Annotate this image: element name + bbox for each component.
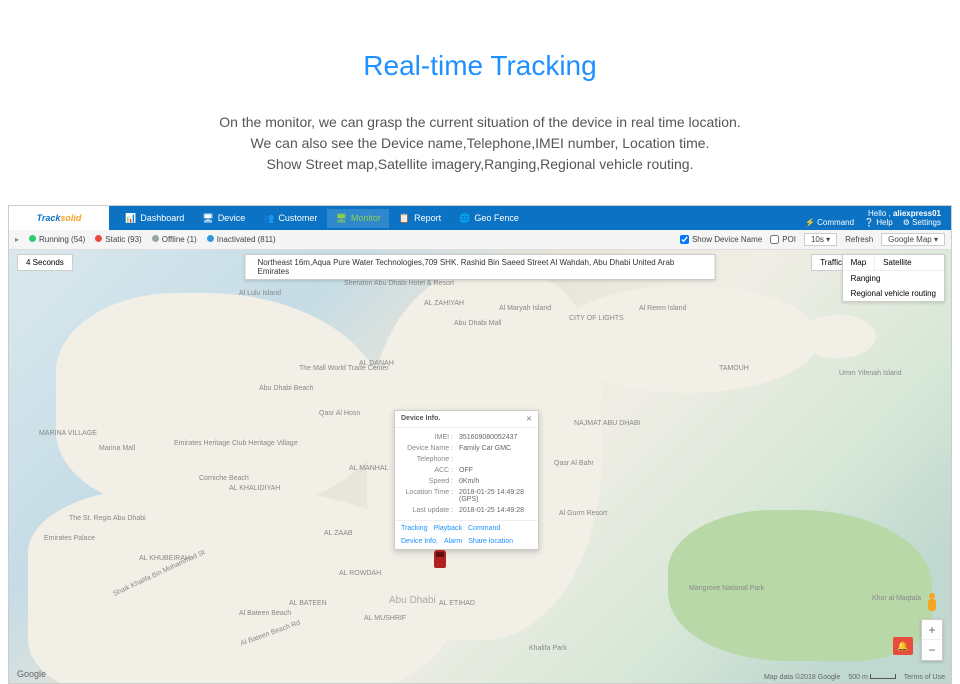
status-bar: ▸ Running (54) Static (93) Offline (1) I… — [9, 230, 951, 250]
map-scale: 500 m — [848, 674, 895, 681]
google-logo: Google — [17, 669, 46, 679]
user-greeting: Hello , — [868, 209, 891, 218]
user-name: aliexpress01 — [893, 209, 941, 218]
settings-link[interactable]: ⚙ Settings — [903, 218, 941, 227]
map-view-satellite[interactable]: Satellite — [875, 255, 919, 270]
speed-value: 0Km/h — [459, 478, 532, 485]
device-name-label: Device Name : — [401, 445, 459, 452]
command-link[interactable]: ⚡ Command — [805, 218, 854, 227]
last-update-value: 2018-01-25 14:49:28 — [459, 507, 532, 514]
nav-customer[interactable]: 👥 Customer — [255, 209, 325, 228]
share-location-link[interactable]: Share location — [468, 538, 513, 545]
map-label: Umm Yifenah Island — [839, 370, 902, 377]
device-info-link[interactable]: Device Info. — [401, 538, 438, 545]
terms-link[interactable]: Terms of Use — [904, 674, 945, 681]
show-device-name-checkbox[interactable]: Show Device Name — [680, 235, 762, 244]
help-link[interactable]: ❔ Help — [864, 218, 893, 227]
seconds-indicator: 4 Seconds — [17, 254, 73, 271]
map-ranging[interactable]: Ranging — [843, 271, 944, 286]
address-bar: Northeast 16m,Aqua Pure Water Technologi… — [245, 254, 716, 280]
top-nav-bar: Tracksolid 📊 Dashboard 🖥 Device 👥 Custom… — [9, 206, 951, 230]
map-canvas[interactable]: Al Lulu Island MARINA VILLAGE Marina Mal… — [9, 250, 951, 683]
map-data-text: Map data ©2018 Google — [764, 674, 840, 681]
logo-part1: Track — [37, 213, 61, 223]
vehicle-marker-icon[interactable] — [434, 550, 446, 568]
dot-blue-icon — [207, 235, 214, 242]
status-right-controls: Show Device Name POI 10s ▾ Refresh Googl… — [680, 233, 945, 246]
telephone-value — [459, 456, 532, 463]
filter-running[interactable]: Running (54) — [29, 235, 85, 244]
device-info-popup: Device Info. ✕ IMEI :351609080052437 Dev… — [394, 410, 539, 550]
map-regional-routing[interactable]: Regional vehicle routing — [843, 286, 944, 301]
location-time-value: 2018-01-25 14:49:28 (GPS) — [459, 489, 532, 503]
zoom-out-button[interactable]: − — [922, 640, 942, 660]
logo-part2: solid — [60, 213, 81, 223]
acc-label: ACC : — [401, 467, 459, 474]
map-land — [56, 293, 386, 510]
poi-checkbox[interactable]: POI — [770, 235, 796, 244]
alert-bell-icon[interactable]: 🔔 — [893, 637, 913, 655]
device-name-value: Family Car GMC — [459, 445, 532, 452]
location-time-label: Location Time : — [401, 489, 459, 503]
hero-line-3: Show Street map,Satellite imagery,Rangin… — [80, 154, 880, 175]
filter-offline[interactable]: Offline (1) — [152, 235, 197, 244]
imei-label: IMEI : — [401, 434, 459, 441]
map-provider-select[interactable]: Google Map ▾ — [881, 233, 945, 246]
streetview-pegman-icon[interactable] — [925, 593, 939, 613]
imei-value: 351609080052437 — [459, 434, 532, 441]
collapse-icon[interactable]: ▸ — [15, 235, 19, 244]
nav-geofence[interactable]: 🌐 Geo Fence — [451, 209, 527, 228]
speed-label: Speed : — [401, 478, 459, 485]
nav-dashboard[interactable]: 📊 Dashboard — [117, 209, 192, 228]
dot-gray-icon — [152, 235, 159, 242]
filter-inactivated[interactable]: Inactivated (811) — [207, 235, 276, 244]
nav-items: 📊 Dashboard 🖥 Device 👥 Customer 🖥 Monito… — [117, 209, 527, 228]
interval-select[interactable]: 10s ▾ — [804, 233, 837, 246]
refresh-button[interactable]: Refresh — [845, 235, 873, 244]
popup-title: Device Info. — [401, 415, 440, 423]
map-land — [555, 285, 819, 393]
logo[interactable]: Tracksolid — [9, 206, 109, 230]
status-filters: Running (54) Static (93) Offline (1) Ina… — [29, 235, 276, 244]
filter-static[interactable]: Static (93) — [95, 235, 141, 244]
map-type-controls: Map Satellite Ranging Regional vehicle r… — [842, 254, 945, 302]
zoom-controls: + − — [921, 619, 943, 661]
command-link[interactable]: Command — [468, 525, 500, 532]
telephone-label: Telephone : — [401, 456, 459, 463]
hero-title: Real-time Tracking — [0, 0, 960, 82]
hero-line-1: On the monitor, we can grasp the current… — [80, 112, 880, 133]
last-update-label: Last update : — [401, 507, 459, 514]
nav-monitor[interactable]: 🖥 Monitor — [327, 209, 388, 228]
map-attribution: Map data ©2018 Google 500 m Terms of Use — [764, 674, 945, 681]
app-frame: Tracksolid 📊 Dashboard 🖥 Device 👥 Custom… — [8, 205, 952, 684]
hero-line-2: We can also see the Device name,Telephon… — [80, 133, 880, 154]
alarm-link[interactable]: Alarm — [444, 538, 462, 545]
map-land — [800, 315, 875, 358]
map-label: Khalifa Park — [529, 645, 567, 652]
dot-red-icon — [95, 235, 102, 242]
acc-value: OFF — [459, 467, 532, 474]
map-view-map[interactable]: Map — [843, 255, 876, 270]
popup-close-icon[interactable]: ✕ — [526, 415, 532, 423]
dot-green-icon — [29, 235, 36, 242]
hero-description: On the monitor, we can grasp the current… — [0, 82, 960, 195]
zoom-in-button[interactable]: + — [922, 620, 942, 640]
tracking-link[interactable]: Tracking — [401, 525, 428, 532]
nav-device[interactable]: 🖥 Device — [194, 209, 253, 228]
top-right-controls: Hello , aliexpress01 ⚡ Command ❔ Help ⚙ … — [805, 209, 951, 227]
nav-report[interactable]: 📋 Report — [391, 209, 449, 228]
playback-link[interactable]: Playback — [434, 525, 462, 532]
